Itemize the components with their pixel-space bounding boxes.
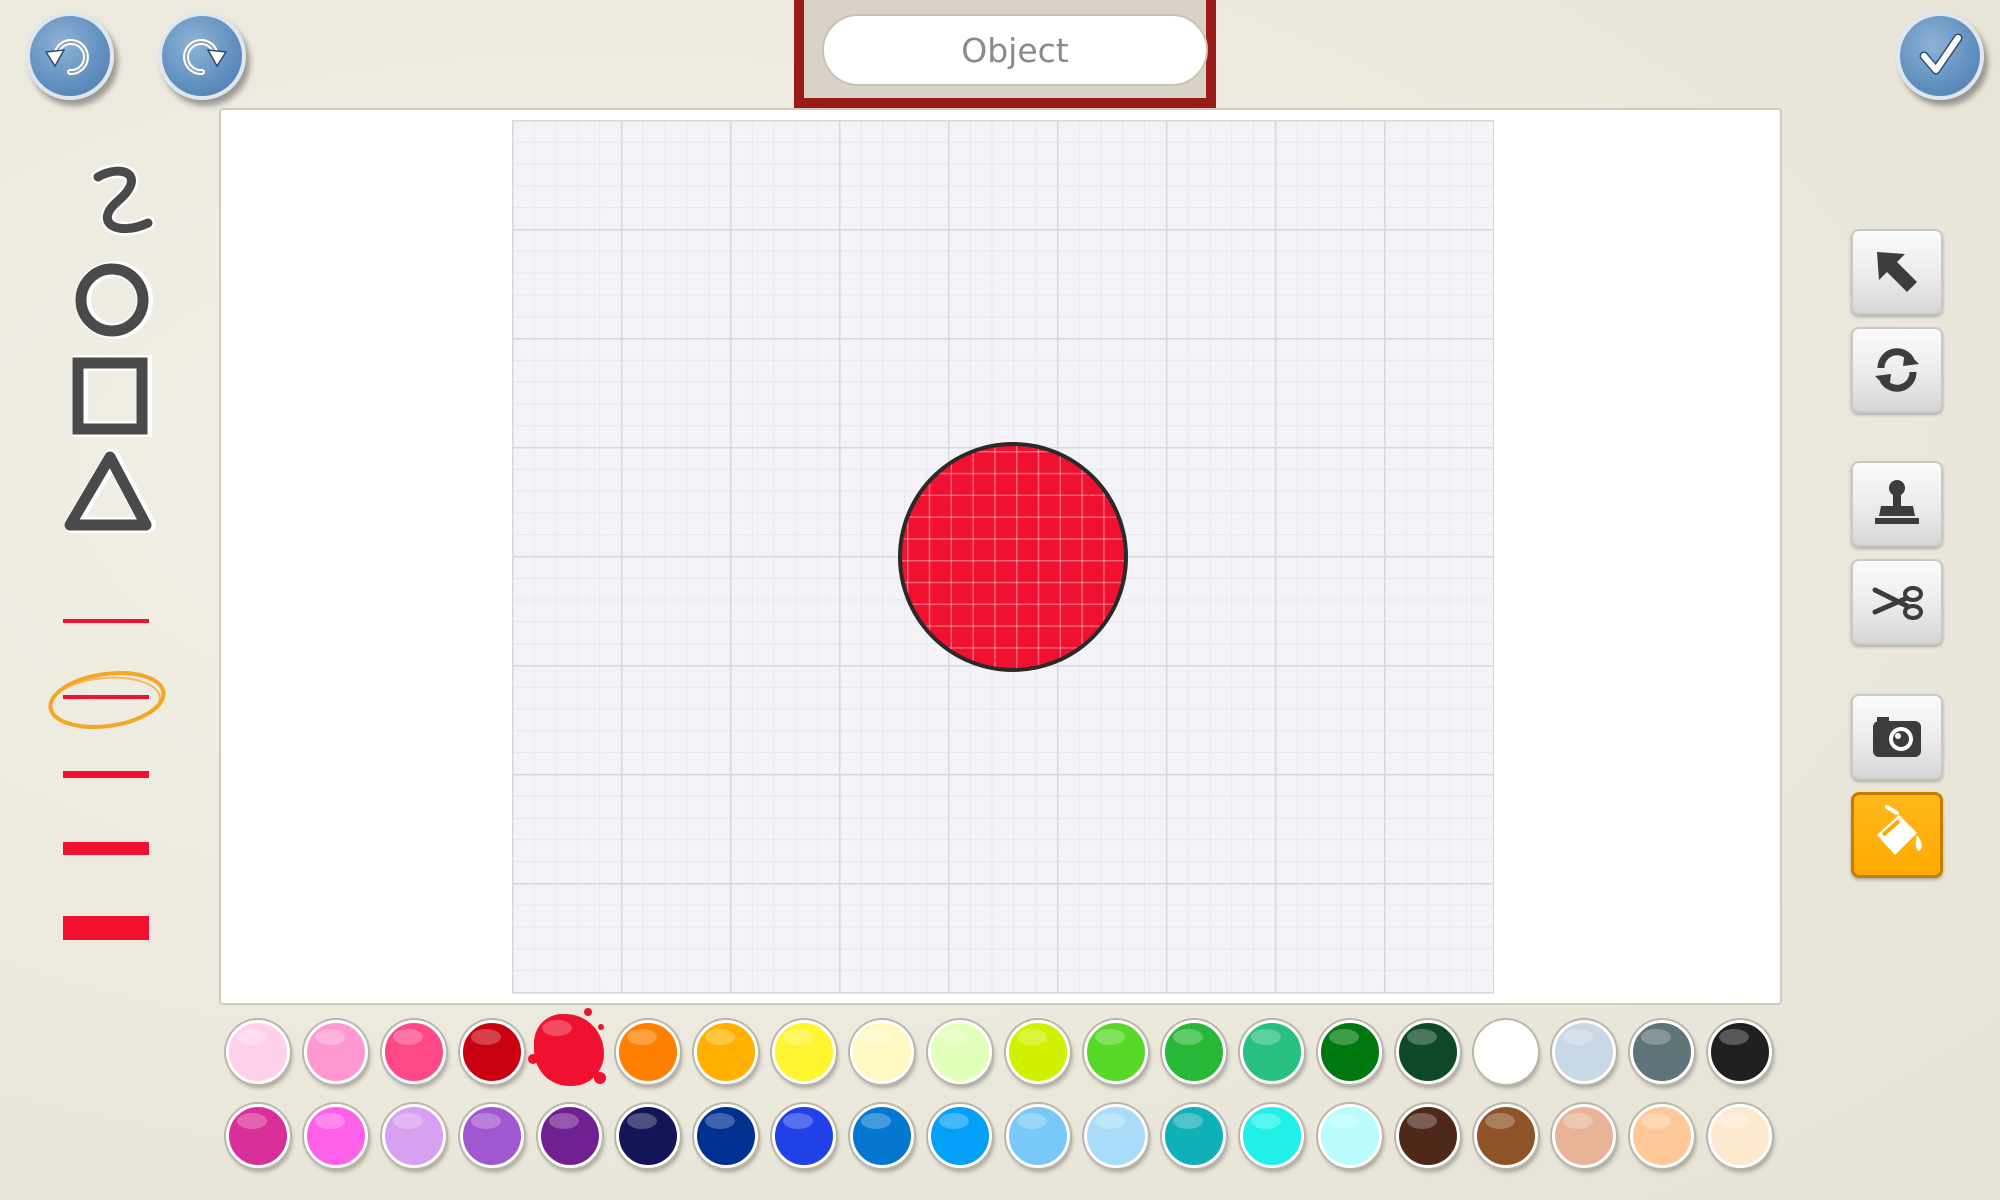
- stamp-icon: [1875, 480, 1919, 524]
- circle-tool-button[interactable]: [60, 254, 160, 346]
- fill-tool-button[interactable]: [1851, 792, 1943, 878]
- checkmark-icon: [1919, 33, 1963, 75]
- color-swatch[interactable]: [382, 1020, 446, 1084]
- rotate-tool-button[interactable]: [1851, 327, 1943, 413]
- done-button[interactable]: [1896, 12, 1984, 100]
- line-width-extra-large-bar: [63, 916, 149, 940]
- drawing-grid[interactable]: [512, 120, 1494, 994]
- color-swatch[interactable]: [1708, 1104, 1772, 1168]
- line-width-medium-bar: [63, 770, 149, 778]
- color-swatch[interactable]: [1162, 1104, 1226, 1168]
- color-swatch[interactable]: [1552, 1020, 1616, 1084]
- color-swatch[interactable]: [850, 1104, 914, 1168]
- paint-splat-drop: [584, 1008, 592, 1016]
- color-swatch[interactable]: [1318, 1104, 1382, 1168]
- paint-splat-drop: [594, 1072, 606, 1084]
- line-width-large-bar: [63, 841, 149, 855]
- object-name-input[interactable]: [822, 14, 1208, 86]
- cut-tool-button[interactable]: [1851, 559, 1943, 645]
- color-swatch[interactable]: [1240, 1104, 1304, 1168]
- line-width-thin[interactable]: [56, 596, 156, 646]
- paint-splat-drop: [598, 1024, 604, 1030]
- line-width-large[interactable]: [56, 823, 156, 873]
- redo-icon: [183, 39, 228, 76]
- color-swatch-selected[interactable]: [528, 1008, 606, 1086]
- color-swatch[interactable]: [772, 1020, 836, 1084]
- scissors-icon: [1872, 586, 1923, 620]
- color-swatch[interactable]: [694, 1020, 758, 1084]
- color-swatch[interactable]: [1552, 1104, 1616, 1168]
- color-swatch[interactable]: [460, 1104, 524, 1168]
- arrow-pointer-icon: [1877, 252, 1917, 292]
- color-swatch[interactable]: [1006, 1104, 1070, 1168]
- undo-button[interactable]: [26, 12, 114, 100]
- color-swatch[interactable]: [1396, 1020, 1460, 1084]
- undo-icon: [44, 39, 89, 76]
- rotate-arrows-icon: [1875, 348, 1919, 392]
- line-width-small[interactable]: [56, 672, 156, 722]
- redo-button[interactable]: [158, 12, 246, 100]
- drawing-canvas[interactable]: [219, 108, 1782, 1005]
- color-swatch[interactable]: [538, 1104, 602, 1168]
- rectangle-tool-button[interactable]: [60, 350, 160, 442]
- stamp-tool-button[interactable]: [1851, 461, 1943, 547]
- color-swatch[interactable]: [1006, 1020, 1070, 1084]
- color-swatch[interactable]: [304, 1020, 368, 1084]
- color-swatch[interactable]: [1630, 1020, 1694, 1084]
- circle-shape-icon: [75, 261, 153, 339]
- color-swatch[interactable]: [1474, 1020, 1538, 1084]
- color-swatch[interactable]: [1630, 1104, 1694, 1168]
- color-swatch[interactable]: [694, 1104, 758, 1168]
- color-swatch[interactable]: [1084, 1104, 1148, 1168]
- color-swatch[interactable]: [772, 1104, 836, 1168]
- color-swatch[interactable]: [928, 1020, 992, 1084]
- square-shape-icon: [72, 355, 152, 437]
- line-width-medium[interactable]: [56, 749, 156, 799]
- paint-bucket-icon: [1877, 805, 1922, 855]
- color-swatch[interactable]: [226, 1020, 290, 1084]
- color-swatch[interactable]: [1162, 1020, 1226, 1084]
- drawn-circle-shape[interactable]: [898, 442, 1128, 672]
- freehand-tool-button[interactable]: [60, 158, 160, 250]
- line-width-thin-bar: [63, 619, 149, 623]
- camera-tool-button[interactable]: [1851, 694, 1943, 780]
- color-swatch[interactable]: [1240, 1020, 1304, 1084]
- color-swatch[interactable]: [226, 1104, 290, 1168]
- camera-icon: [1873, 717, 1921, 757]
- line-width-small-bar: [63, 695, 149, 699]
- color-swatch[interactable]: [304, 1104, 368, 1168]
- color-swatch[interactable]: [1084, 1020, 1148, 1084]
- freehand-squiggle-icon: [91, 164, 155, 236]
- select-tool-button[interactable]: [1851, 229, 1943, 315]
- color-swatch[interactable]: [1474, 1104, 1538, 1168]
- color-swatch[interactable]: [616, 1020, 680, 1084]
- triangle-shape-icon: [64, 449, 156, 533]
- color-swatch[interactable]: [928, 1104, 992, 1168]
- object-name-field-frame: [794, 0, 1216, 108]
- color-swatch[interactable]: [1318, 1020, 1382, 1084]
- color-swatch[interactable]: [460, 1020, 524, 1084]
- color-swatch[interactable]: [1708, 1020, 1772, 1084]
- paint-splat-drop: [528, 1054, 538, 1064]
- color-swatch[interactable]: [850, 1020, 914, 1084]
- color-swatch[interactable]: [1396, 1104, 1460, 1168]
- color-swatch[interactable]: [616, 1104, 680, 1168]
- color-swatch[interactable]: [382, 1104, 446, 1168]
- line-width-extra-large[interactable]: [56, 903, 156, 953]
- triangle-tool-button[interactable]: [60, 446, 160, 538]
